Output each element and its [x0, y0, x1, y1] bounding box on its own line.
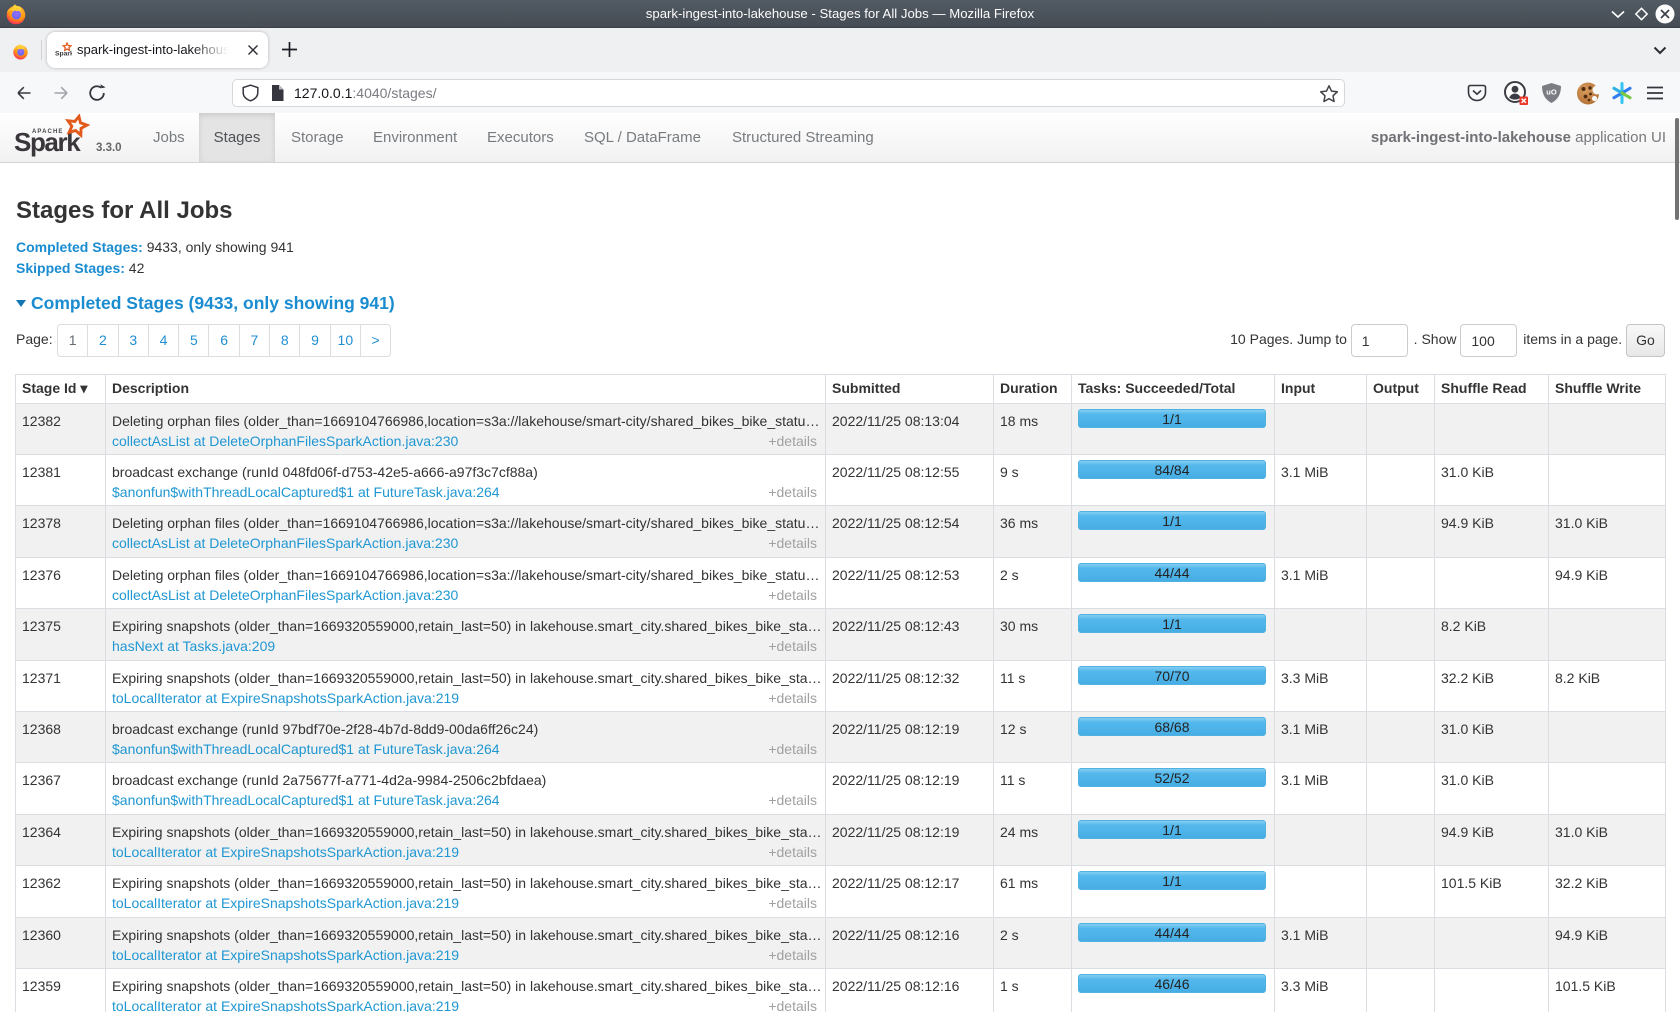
svg-text:Spark: Spark — [55, 50, 72, 57]
svg-text:uO: uO — [1546, 88, 1557, 97]
